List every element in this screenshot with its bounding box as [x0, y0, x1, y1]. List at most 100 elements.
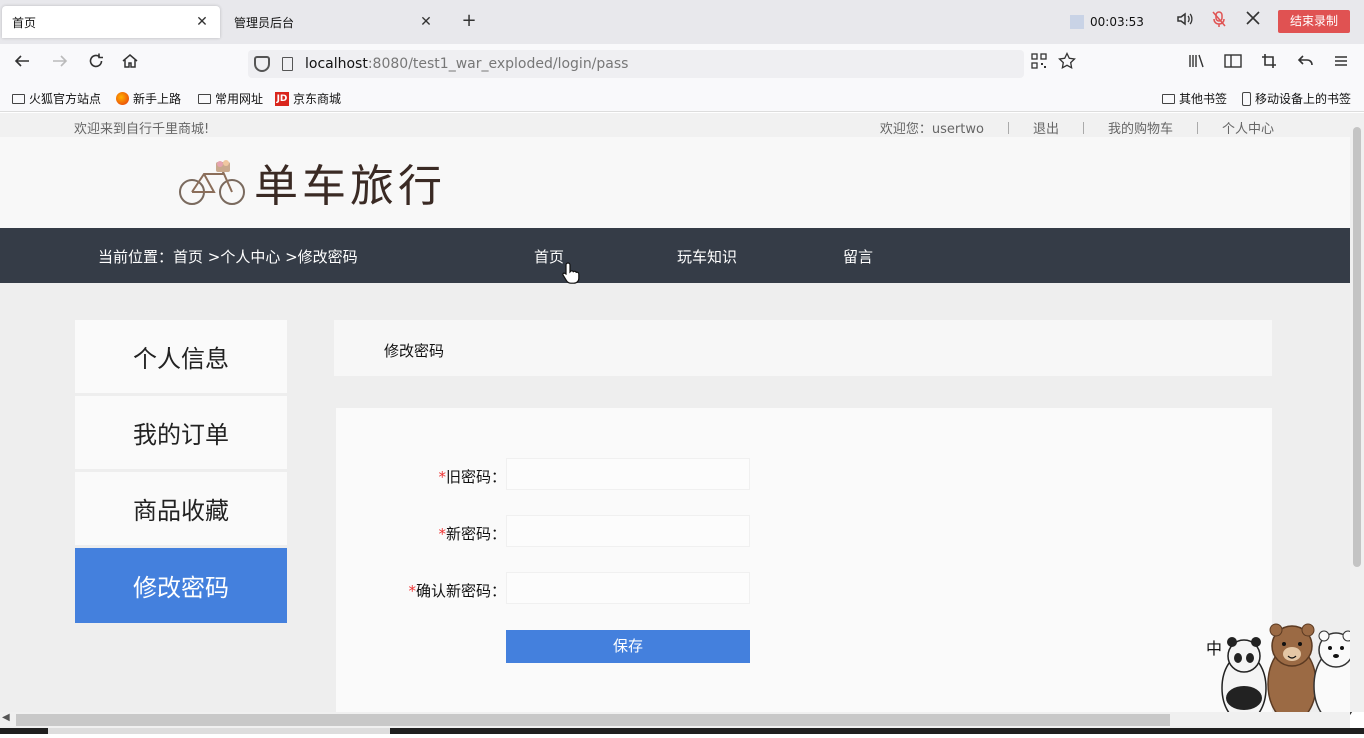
- page-info-icon[interactable]: [282, 57, 293, 71]
- nav-messages[interactable]: 留言: [843, 246, 873, 267]
- address-bar[interactable]: localhost:8080/test1_war_exploded/login/…: [248, 50, 1024, 78]
- bookmark-other[interactable]: 其他书签: [1162, 90, 1227, 107]
- form-row-old-password: *旧密码：: [336, 458, 1272, 490]
- scrollbar-thumb[interactable]: [1353, 127, 1361, 567]
- sidebar-item-change-password[interactable]: 修改密码: [75, 548, 287, 623]
- bookmarks-bar: 火狐官方站点 新手上路 常用网址 JD 京东商城 其他书签 移动设备上的书签: [0, 84, 1364, 112]
- new-tab-button[interactable]: +: [458, 10, 480, 32]
- panel-title: 修改密码: [384, 342, 445, 360]
- jd-icon: JD: [275, 91, 289, 106]
- bookmark-jd[interactable]: JD 京东商城: [275, 90, 341, 107]
- folder-icon: [12, 93, 25, 104]
- taskbar-segment: [48, 728, 390, 734]
- url-path: :8080/test1_war_exploded/login/pass: [367, 56, 629, 72]
- recording-time: 00:03:53: [1090, 15, 1144, 29]
- sidebar-item-favorites[interactable]: 商品收藏: [75, 472, 287, 545]
- label-text: 新密码：: [445, 525, 506, 543]
- logout-link[interactable]: 退出: [1009, 118, 1083, 137]
- old-password-input[interactable]: [506, 458, 750, 490]
- bicycle-icon: [179, 160, 245, 205]
- cart-link[interactable]: 我的购物车: [1084, 118, 1197, 137]
- bookmark-firefox-site[interactable]: 火狐官方站点: [12, 90, 101, 107]
- home-icon[interactable]: [118, 52, 142, 76]
- tracking-shield-icon[interactable]: [254, 56, 270, 72]
- bookmark-label: 常用网址: [215, 92, 264, 106]
- tab-home[interactable]: 首页 ✕: [2, 6, 220, 38]
- site-header: 单车旅行: [0, 137, 1350, 228]
- url-host: localhost: [305, 56, 368, 72]
- breadcrumb: 当前位置：首页 >个人中心 >修改密码: [98, 248, 358, 266]
- nav-bike-knowledge[interactable]: 玩车知识: [677, 246, 737, 267]
- os-taskbar: [0, 728, 1364, 734]
- browser-nav-bar: localhost:8080/test1_war_exploded/login/…: [0, 44, 1364, 84]
- tab-admin[interactable]: 管理员后台 ✕: [224, 6, 444, 38]
- bookmark-label: 新手上路: [133, 92, 182, 106]
- sidebar-item-profile[interactable]: 个人信息: [75, 320, 287, 393]
- label-text: 确认新密码：: [415, 582, 506, 600]
- save-button[interactable]: 保存: [506, 630, 750, 663]
- close-icon[interactable]: ✕: [418, 14, 434, 30]
- screenshot-crop-icon[interactable]: [1258, 52, 1280, 76]
- bookmark-label: 其他书签: [1179, 92, 1228, 106]
- new-password-input[interactable]: [506, 515, 750, 547]
- library-icon[interactable]: [1186, 52, 1208, 76]
- account-sidebar: 个人信息 我的订单 商品收藏 修改密码: [75, 320, 287, 626]
- bookmark-mobile[interactable]: 移动设备上的书签: [1242, 90, 1351, 107]
- stop-recording-button[interactable]: 结束录制: [1278, 10, 1350, 33]
- mic-muted-icon[interactable]: [1208, 10, 1230, 32]
- close-icon[interactable]: ✕: [194, 14, 210, 30]
- qr-code-icon[interactable]: [1028, 52, 1050, 76]
- panel-header: 修改密码: [334, 320, 1272, 376]
- main-nav: 当前位置：首页 >个人中心 >修改密码 首页 玩车知识 留言: [0, 228, 1350, 283]
- close-recorder-icon[interactable]: [1242, 10, 1264, 32]
- new-password-label: *新密码：: [438, 523, 506, 544]
- recording-timer: 00:03:53: [1070, 8, 1144, 36]
- menu-icon[interactable]: [1330, 52, 1352, 76]
- bookmark-star-icon[interactable]: [1056, 51, 1078, 76]
- folder-icon: [1162, 93, 1175, 104]
- user-greeting: 欢迎您：usertwo: [879, 122, 984, 137]
- ime-char: 中: [1206, 639, 1222, 658]
- back-icon[interactable]: [10, 52, 34, 76]
- change-password-form: *旧密码： *新密码： *确认新密码： 保存: [336, 408, 1272, 712]
- old-password-label: *旧密码：: [438, 466, 506, 487]
- bookmark-getting-started[interactable]: 新手上路: [116, 90, 181, 107]
- site-top-bar: 欢迎来到自行千里商城! 欢迎您：usertwo 退出 我的购物车 个人中心: [0, 113, 1350, 137]
- tab-title: 首页: [12, 15, 37, 30]
- nav-home[interactable]: 首页: [534, 246, 564, 267]
- speaker-icon[interactable]: [1174, 10, 1196, 32]
- url-text[interactable]: localhost:8080/test1_war_exploded/login/…: [305, 56, 628, 72]
- bookmark-common-sites[interactable]: 常用网址: [198, 90, 263, 107]
- scrollbar-thumb[interactable]: [16, 714, 1170, 726]
- tab-title: 管理员后台: [234, 15, 295, 30]
- web-page: 欢迎来到自行千里商城! 欢迎您：usertwo 退出 我的购物车 个人中心 单车…: [0, 113, 1350, 712]
- sidebar-item-orders[interactable]: 我的订单: [75, 396, 287, 469]
- bookmark-label: 火狐官方站点: [29, 92, 102, 106]
- confirm-password-label: *确认新密码：: [408, 580, 506, 601]
- folder-icon: [198, 93, 211, 104]
- undo-icon[interactable]: [1294, 52, 1316, 76]
- required-mark: *: [408, 582, 416, 600]
- browser-tab-bar: 首页 ✕ 管理员后台 ✕ + 00:03:53 结束录制: [0, 0, 1364, 44]
- mobile-icon: [1242, 91, 1251, 106]
- site-logo[interactable]: 单车旅行: [176, 151, 448, 213]
- personal-center-link[interactable]: 个人中心: [1198, 118, 1274, 137]
- forward-icon[interactable]: [48, 52, 72, 76]
- confirm-password-input[interactable]: [506, 572, 750, 604]
- sidebar-toggle-icon[interactable]: [1222, 52, 1244, 76]
- reload-icon[interactable]: [84, 52, 108, 76]
- vertical-scrollbar[interactable]: [1350, 113, 1364, 712]
- logo-text: 单车旅行: [254, 161, 446, 212]
- bookmark-label: 移动设备上的书签: [1255, 92, 1352, 106]
- user-links: 欢迎您：usertwo 退出 我的购物车 个人中心: [880, 118, 1274, 137]
- bookmark-label: 京东商城: [293, 92, 342, 106]
- welcome-text: 欢迎来到自行千里商城!: [74, 122, 210, 137]
- required-mark: *: [438, 468, 446, 486]
- hand-cursor-icon: [562, 262, 580, 284]
- firefox-icon: [116, 92, 129, 105]
- horizontal-scrollbar[interactable]: ◀: [0, 712, 1350, 728]
- recording-indicator-icon: [1070, 15, 1084, 29]
- scroll-left-icon[interactable]: ◀: [2, 712, 10, 723]
- form-row-new-password: *新密码：: [336, 515, 1272, 547]
- form-row-confirm-password: *确认新密码：: [336, 572, 1272, 604]
